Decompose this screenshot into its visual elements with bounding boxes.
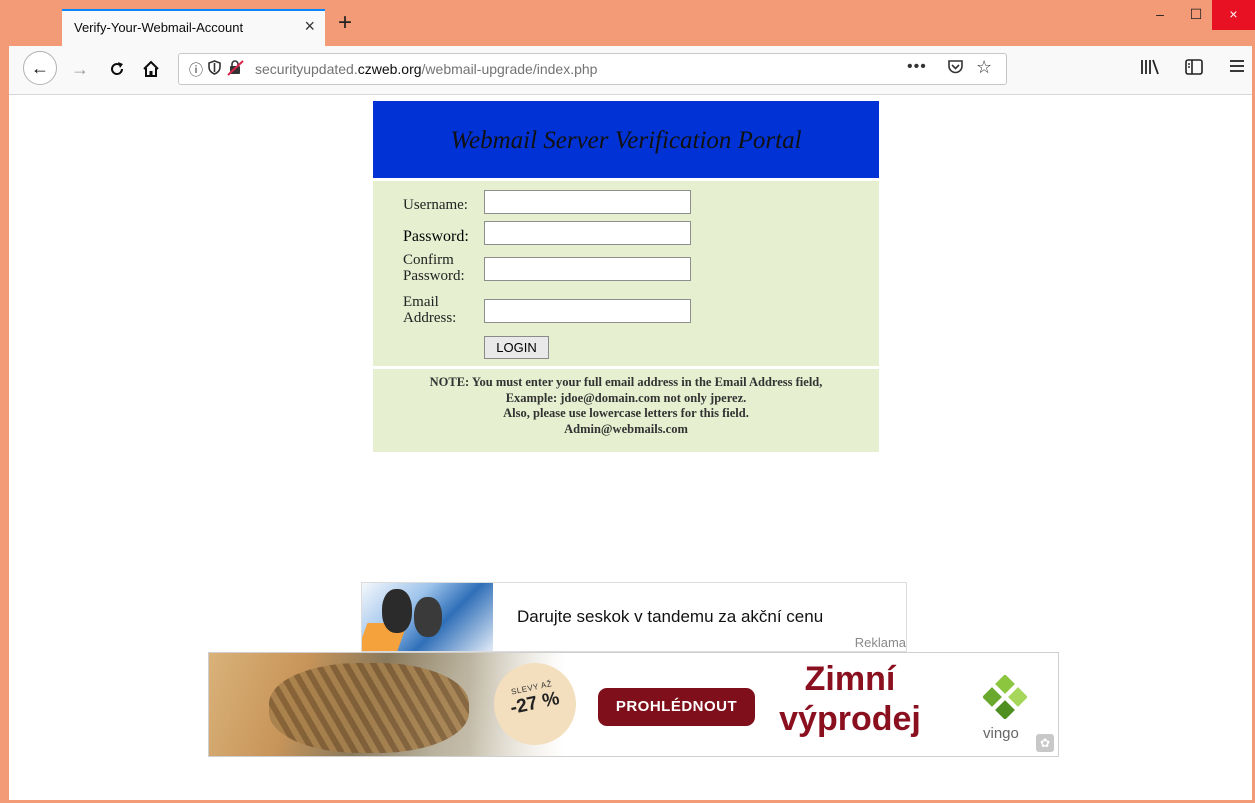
basket-image [269,663,469,753]
ad-image [362,583,493,651]
close-tab-icon[interactable]: × [304,16,315,36]
browse-button[interactable]: PROHLÉDNOUT [598,688,755,726]
pocket-icon[interactable] [947,59,964,79]
verification-portal: Webmail Server Verification Portal Usern… [373,101,879,452]
username-label: Username: [403,197,468,213]
portal-title: Webmail Server Verification Portal [373,101,879,178]
email-address-label: Email Address: [403,294,457,326]
password-input[interactable] [484,221,691,245]
brand-name: vingo [983,725,1019,742]
back-button[interactable]: ← [23,51,57,85]
portal-note: NOTE: You must enter your full email add… [373,366,879,452]
winter-sale-ad[interactable]: SLEVY AŽ -27 % PROHLÉDNOUT Zimní výprode… [208,652,1059,757]
note-line: Admin@webmails.com [564,421,688,436]
note-line: Also, please use lowercase letters for t… [503,406,749,420]
tracking-shield-icon[interactable] [208,60,221,78]
info-icon[interactable]: ⓘ [189,60,203,80]
password-label: Password: [403,228,469,245]
maximize-button[interactable]: ☐ [1176,0,1216,30]
login-button[interactable]: LOGIN [484,336,549,359]
skydiving-ad[interactable]: Darujte seskok v tandemu za akční cenu R… [361,582,907,652]
note-line: Example: jdoe@domain.com not only jperez… [505,390,747,405]
reload-icon [111,62,124,75]
library-icon[interactable] [1140,59,1160,80]
url-text[interactable]: securityupdated.czweb.org/webmail-upgrad… [255,61,597,77]
navigation-toolbar: ← → ⓘ securityupdated.czweb.org/webmail-… [9,46,1252,95]
address-bar[interactable]: ⓘ securityupdated.czweb.org/webmail-upgr… [178,53,1007,85]
browser-tab[interactable]: Verify-Your-Webmail-Account × [62,9,325,46]
confirm-password-label: Confirm Password: [403,252,465,284]
minimize-button[interactable]: – [1140,0,1180,30]
home-icon [143,60,159,77]
forward-button[interactable]: → [65,54,95,84]
close-window-button[interactable]: × [1212,0,1255,30]
sale-headline: Zimní výprodej [779,660,921,738]
hamburger-menu-icon[interactable] [1229,57,1245,78]
email-address-input[interactable] [484,299,691,323]
page-actions-icon[interactable]: ••• [907,58,927,76]
insecure-lock-icon[interactable] [227,60,245,79]
window-frame-left [0,0,9,803]
vingo-logo-icon [983,675,1027,719]
reload-button[interactable] [102,54,132,84]
login-form: Username: Password: Confirm Password: Ema… [373,178,879,366]
new-tab-icon[interactable]: + [333,11,357,36]
username-input[interactable] [484,190,691,214]
note-line: NOTE: You must enter your full email add… [429,375,823,389]
ad-label: Reklama [854,635,906,650]
tab-title: Verify-Your-Webmail-Account [74,20,244,35]
bookmark-star-icon[interactable]: ☆ [976,57,992,78]
home-button[interactable] [136,54,166,84]
ad-text[interactable]: Darujte seskok v tandemu za akční cenu [517,607,823,627]
sidebar-icon[interactable] [1185,59,1203,80]
confirm-password-input[interactable] [484,257,691,281]
ad-choices-icon[interactable]: ✿ [1036,734,1054,752]
